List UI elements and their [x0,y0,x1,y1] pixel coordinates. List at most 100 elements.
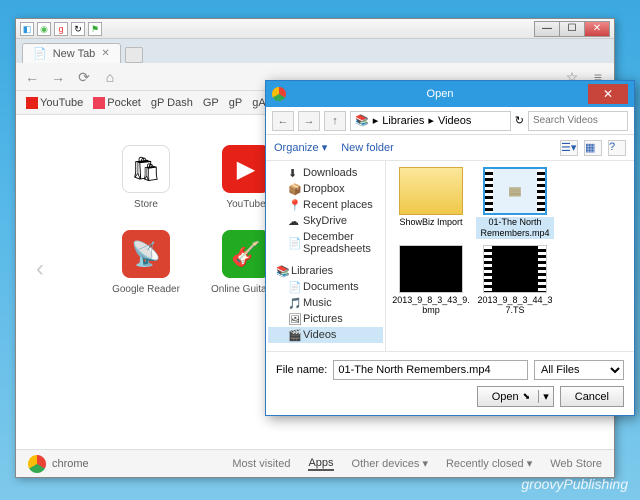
tree-downloads[interactable]: ⬇Downloads [268,165,383,181]
tab-bar: 📄 New Tab ✕ [16,39,614,63]
music-icon: 🎵 [288,297,300,309]
window-controls: — ☐ ✕ [535,21,610,37]
bookmark-item[interactable]: gP Dash [147,95,197,111]
app-store[interactable]: 🛍Store [106,145,186,210]
dialog-titlebar: Open ✕ [266,81,634,107]
pocket-icon [93,97,105,109]
footer-web-store[interactable]: Web Store [550,458,602,470]
ext-icon[interactable]: ↻ [71,22,85,36]
file-open-dialog: Open ✕ ← → ↑ 📚 ▸ Libraries ▸ Videos ↻ Or… [265,80,635,416]
libraries-icon: 📚 [276,265,288,277]
close-button[interactable]: ✕ [584,21,610,37]
breadcrumb[interactable]: 📚 ▸ Libraries ▸ Videos [350,111,511,131]
dialog-close-button[interactable]: ✕ [588,84,628,104]
watermark: groovyPublishing [521,476,628,492]
tree-recent[interactable]: 📍Recent places [268,197,383,213]
minimize-button[interactable]: — [534,21,560,37]
navigation-pane: ⬇Downloads 📦Dropbox 📍Recent places ☁SkyD… [266,161,386,351]
filename-input[interactable] [333,360,528,380]
home-button[interactable]: ⌂ [100,67,120,87]
folder-icon: 📚 [355,114,369,127]
dropbox-icon: 📦 [288,183,300,195]
app-reader[interactable]: 📡Google Reader [106,230,186,295]
recent-icon: 📍 [288,199,300,211]
ext-icon[interactable]: ◉ [37,22,51,36]
open-dropdown-icon[interactable]: ▾ [538,390,549,403]
skydrive-icon: ☁ [288,215,300,227]
pictures-icon: 🖼 [288,313,300,325]
refresh-icon[interactable]: ↻ [515,114,524,127]
dialog-bottom: File name: All Files Open⬊▾ Cancel [266,351,634,415]
dialog-nav-bar: ← → ↑ 📚 ▸ Libraries ▸ Videos ↻ [266,107,634,135]
guitar-icon: 🎸 [222,230,270,278]
downloads-icon: ⬇ [288,167,300,179]
bookmark-item[interactable]: GP [199,95,223,111]
new-tab-button[interactable] [125,47,143,63]
tree-documents[interactable]: 📄Documents [268,279,383,295]
nav-back-button[interactable]: ← [272,111,294,131]
chrome-brand: chrome [28,455,89,473]
titlebar-extension-icons: ◧ ◉ g ↻ ⚑ [20,22,102,36]
organize-menu[interactable]: Organize ▾ [274,141,327,154]
open-button[interactable]: Open⬊▾ [477,386,554,407]
tree-videos[interactable]: 🎬Videos [268,327,383,343]
documents-icon: 📄 [288,281,300,293]
bookmark-item[interactable]: Pocket [89,95,145,111]
dialog-toolbar: Organize ▾ New folder ☰▾ ▦ ? [266,135,634,161]
search-input[interactable] [528,111,628,131]
dialog-body: ⬇Downloads 📦Dropbox 📍Recent places ☁SkyD… [266,161,634,351]
chevron-left-icon[interactable]: ‹ [36,255,44,283]
footer-other-devices[interactable]: Other devices ▾ [352,457,428,470]
bookmark-item[interactable]: gP [225,95,246,111]
back-button[interactable]: ← [22,67,42,87]
new-folder-button[interactable]: New folder [341,142,394,154]
file-folder[interactable]: ShowBiz Import [392,167,470,239]
bookmark-item[interactable]: YouTube [22,95,87,111]
tab-title: New Tab [53,48,96,60]
file-filter-select[interactable]: All Files [534,360,624,380]
nav-forward-button[interactable]: → [298,111,320,131]
tree-homegroup[interactable]: 👥Homegroup [268,349,383,351]
dialog-title: Open [292,88,588,100]
chrome-logo-icon [28,455,46,473]
nav-up-button[interactable]: ↑ [324,111,346,131]
ext-icon[interactable]: ⚑ [88,22,102,36]
window-titlebar: ◧ ◉ g ↻ ⚑ — ☐ ✕ [16,19,614,39]
tree-skydrive[interactable]: ☁SkyDrive [268,213,383,229]
forward-button[interactable]: → [48,67,68,87]
preview-pane-button[interactable]: ▦ [584,140,602,156]
reader-icon: 📡 [122,230,170,278]
chrome-icon [272,87,286,101]
tree-spreadsheets[interactable]: 📄December Spreadsheets [268,229,383,257]
image-thumbnail-icon [399,245,463,293]
file-video-selected[interactable]: ▓▓ 01-The North Remembers.mp4 [476,167,554,239]
browser-tab[interactable]: 📄 New Tab ✕ [22,43,121,63]
youtube-icon [26,97,38,109]
videos-icon: 🎬 [288,329,300,341]
tab-favicon: 📄 [33,47,47,60]
footer-most-visited[interactable]: Most visited [232,458,290,470]
doc-icon: 📄 [288,237,300,249]
tree-dropbox[interactable]: 📦Dropbox [268,181,383,197]
folder-icon [399,167,463,215]
tree-pictures[interactable]: 🖼Pictures [268,311,383,327]
reload-button[interactable]: ⟳ [74,67,94,87]
tree-music[interactable]: 🎵Music [268,295,383,311]
youtube-icon: ▶ [222,145,270,193]
tree-libraries[interactable]: 📚Libraries [268,263,383,279]
tab-close-icon[interactable]: ✕ [101,48,109,59]
file-list: ShowBiz Import ▓▓ 01-The North Remembers… [386,161,634,351]
cancel-button[interactable]: Cancel [560,386,624,407]
new-tab-footer: chrome Most visited Apps Other devices ▾… [16,449,614,477]
view-options-button[interactable]: ☰▾ [560,140,578,156]
footer-apps[interactable]: Apps [308,457,333,471]
file-video[interactable]: 2013_9_8_3_44_37.TS [476,245,554,317]
ext-icon[interactable]: g [54,22,68,36]
video-thumbnail-icon: ▓▓ [483,167,547,215]
store-icon: 🛍 [122,145,170,193]
maximize-button[interactable]: ☐ [559,21,585,37]
help-button[interactable]: ? [608,140,626,156]
footer-recently-closed[interactable]: Recently closed ▾ [446,457,532,470]
file-image[interactable]: 2013_9_8_3_43_9.bmp [392,245,470,317]
ext-icon[interactable]: ◧ [20,22,34,36]
